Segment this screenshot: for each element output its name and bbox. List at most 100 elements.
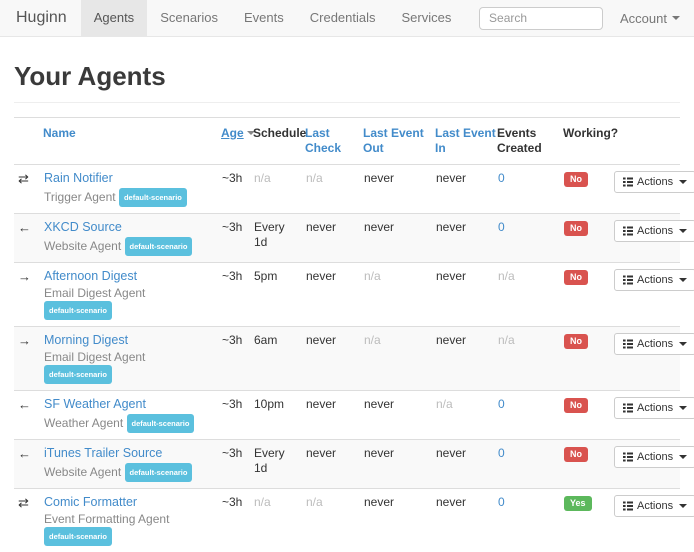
last-check-cell: never — [302, 391, 360, 440]
last-event-in-cell: never — [432, 327, 494, 391]
events-count-link[interactable]: 0 — [498, 495, 505, 509]
scenario-badge[interactable]: default-scenario — [44, 301, 112, 320]
actions-button[interactable]: Actions — [614, 171, 694, 193]
caret-down-icon — [679, 504, 687, 508]
agent-type-label: Website Agent — [44, 239, 121, 253]
last-event-out-cell: never — [360, 165, 432, 214]
account-menu[interactable]: Account — [620, 11, 680, 26]
events-created-cell: 0 — [494, 165, 560, 214]
header-last-event-in[interactable]: Last EventIn — [435, 126, 491, 156]
last-event-in-cell: never — [432, 165, 494, 214]
events-count-link[interactable]: 0 — [498, 171, 505, 185]
navbar-right: Account — [479, 0, 694, 36]
table-row: ← XKCD Source Website Agent default-scen… — [14, 214, 680, 263]
account-label: Account — [620, 11, 667, 26]
agent-type-label: Email Digest Agent — [44, 286, 145, 300]
schedule-cell: 5pm — [250, 263, 302, 327]
table-row: ← iTunes Trailer Source Website Agent de… — [14, 440, 680, 489]
last-check-cell: never — [302, 214, 360, 263]
actions-button[interactable]: Actions — [614, 397, 694, 419]
last-event-out-cell: never — [360, 214, 432, 263]
events-count-link[interactable]: 0 — [498, 397, 505, 411]
scenario-badge[interactable]: default-scenario — [125, 237, 193, 256]
nav-item-services[interactable]: Services — [389, 0, 465, 36]
header-last-check[interactable]: LastCheck — [305, 126, 357, 156]
divider — [14, 102, 680, 103]
nav-item-events[interactable]: Events — [231, 0, 297, 36]
events-created-cell: n/a — [494, 263, 560, 327]
actions-button[interactable]: Actions — [614, 495, 694, 517]
direction-icon: ← — [18, 397, 31, 412]
header-name[interactable]: Name — [43, 126, 215, 141]
agent-name-link[interactable]: Afternoon Digest — [44, 269, 137, 284]
nav-item-credentials[interactable]: Credentials — [297, 0, 389, 36]
schedule-cell: 10pm — [250, 391, 302, 440]
actions-button[interactable]: Actions — [614, 220, 694, 242]
age-cell: ~3h — [218, 165, 250, 214]
actions-button-label: Actions — [637, 274, 673, 286]
table-row: ← SF Weather Agent Weather Agent default… — [14, 391, 680, 440]
scenario-badge[interactable]: default-scenario — [119, 188, 187, 207]
agent-name-link[interactable]: iTunes Trailer Source — [44, 446, 162, 461]
age-cell: ~3h — [218, 327, 250, 391]
table-header-row: Name Age Schedule LastCheck Last EventOu… — [14, 118, 680, 165]
actions-button-label: Actions — [637, 338, 673, 350]
header-last-event-out[interactable]: Last EventOut — [363, 126, 429, 156]
scenario-badge[interactable]: default-scenario — [44, 365, 112, 384]
agent-type-label: Email Digest Agent — [44, 350, 145, 364]
working-badge: Yes — [564, 496, 592, 511]
actions-button[interactable]: Actions — [614, 446, 694, 468]
agent-name-link[interactable]: XKCD Source — [44, 220, 122, 235]
page-title: Your Agents — [14, 61, 680, 92]
agent-type-label: Website Agent — [44, 465, 121, 479]
header-schedule: Schedule — [250, 118, 302, 165]
working-badge: No — [564, 447, 588, 462]
nav-item-scenarios[interactable]: Scenarios — [147, 0, 231, 36]
working-badge: No — [564, 334, 588, 349]
table-row: → Morning Digest Email Digest Agent defa… — [14, 327, 680, 391]
working-badge: No — [564, 398, 588, 413]
agent-name-link[interactable]: Morning Digest — [44, 333, 128, 348]
actions-button-label: Actions — [637, 225, 673, 237]
list-icon — [623, 226, 633, 236]
events-count-link[interactable]: 0 — [498, 220, 505, 234]
list-icon — [623, 501, 633, 511]
last-check-cell: n/a — [302, 165, 360, 214]
header-age[interactable]: Age — [221, 126, 247, 141]
events-created-cell: 0 — [494, 440, 560, 489]
top-navbar: Huginn Agents Scenarios Events Credentia… — [0, 0, 694, 37]
last-event-out-cell: n/a — [360, 327, 432, 391]
age-cell: ~3h — [218, 263, 250, 327]
last-check-cell: never — [302, 440, 360, 489]
brand-logo[interactable]: Huginn — [0, 0, 81, 36]
caret-down-icon — [679, 180, 687, 184]
events-created-cell: 0 — [494, 489, 560, 552]
nav-item-agents[interactable]: Agents — [81, 0, 147, 36]
table-row: ⇄ Rain Notifier Trigger Agent default-sc… — [14, 165, 680, 214]
agents-table: Name Age Schedule LastCheck Last EventOu… — [14, 117, 680, 552]
actions-button[interactable]: Actions — [614, 269, 694, 291]
last-event-out-cell: never — [360, 391, 432, 440]
schedule-cell: n/a — [250, 489, 302, 552]
events-created-cell: 0 — [494, 214, 560, 263]
list-icon — [623, 452, 633, 462]
actions-button[interactable]: Actions — [614, 333, 694, 355]
nav-items: Agents Scenarios Events Credentials Serv… — [81, 0, 465, 36]
scenario-badge[interactable]: default-scenario — [44, 527, 112, 546]
events-count-link[interactable]: 0 — [498, 446, 505, 460]
last-event-out-cell: never — [360, 440, 432, 489]
agent-name-link[interactable]: SF Weather Agent — [44, 397, 146, 412]
agent-name-link[interactable]: Rain Notifier — [44, 171, 113, 186]
header-working: Working? — [560, 118, 610, 165]
scenario-badge[interactable]: default-scenario — [125, 463, 193, 482]
age-cell: ~3h — [218, 440, 250, 489]
caret-down-icon — [679, 406, 687, 410]
search-input[interactable] — [479, 7, 603, 30]
schedule-cell: n/a — [250, 165, 302, 214]
working-badge: No — [564, 172, 588, 187]
agent-name-link[interactable]: Comic Formatter — [44, 495, 137, 510]
direction-icon: ← — [18, 446, 31, 461]
header-icon-col — [14, 118, 40, 165]
last-check-cell: never — [302, 327, 360, 391]
scenario-badge[interactable]: default-scenario — [127, 414, 195, 433]
